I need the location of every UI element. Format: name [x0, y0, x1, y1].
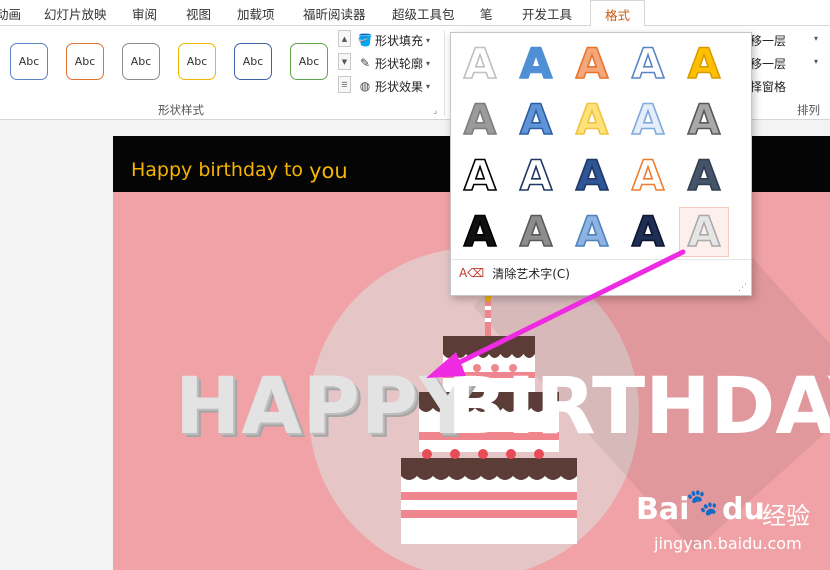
watermark-brand-latin: Bai	[636, 492, 690, 527]
annotation-arrow-shaft	[449, 249, 686, 369]
baidu-jingyan-watermark: Bai 🐾 du 经验 jingyan.baidu.com	[628, 484, 828, 568]
watermark-brand-cn: 经验	[762, 502, 810, 530]
paw-icon: 🐾	[686, 488, 719, 518]
powerpoint-window: 动画 幻灯片放映 审阅 视图 加载项 福昕阅读器 超级工具包 笔 开发工具 格式…	[0, 0, 830, 570]
watermark-brand-latin2: du	[722, 492, 765, 527]
watermark-url: jingyan.baidu.com	[654, 534, 802, 553]
annotation-arrow-head	[426, 352, 466, 378]
